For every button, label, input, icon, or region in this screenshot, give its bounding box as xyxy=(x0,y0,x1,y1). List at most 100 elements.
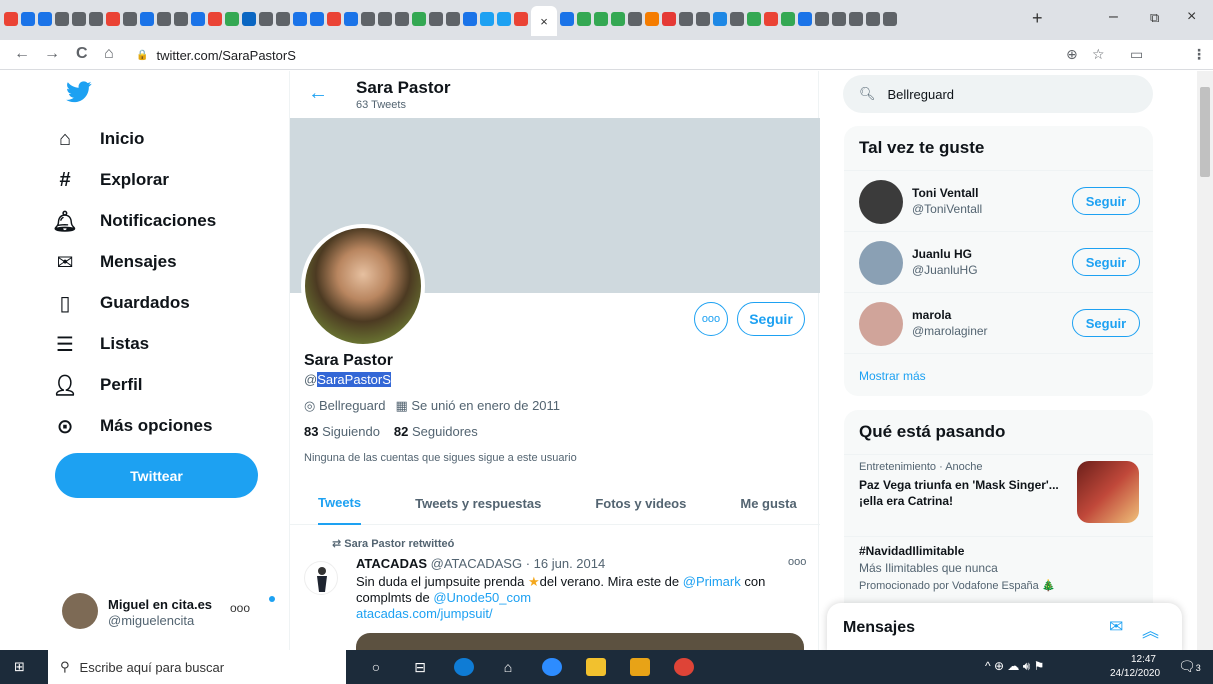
browser-tab[interactable] xyxy=(106,12,120,26)
tweet-button[interactable]: Twittear xyxy=(55,453,258,498)
follow-user-button[interactable]: Seguir xyxy=(1072,187,1140,215)
browser-tab[interactable] xyxy=(123,12,137,26)
profile-more-button[interactable]: ooo xyxy=(694,302,728,336)
browser-tab[interactable] xyxy=(225,12,239,26)
profile-avatar[interactable] xyxy=(301,224,425,348)
browser-tab[interactable] xyxy=(157,12,171,26)
sidebar-item-perfil[interactable]: 👤︎ Perfil xyxy=(52,365,142,405)
browser-tab[interactable] xyxy=(815,12,829,26)
browser-tab[interactable] xyxy=(849,12,863,26)
browser-tab[interactable] xyxy=(480,12,494,26)
browser-tab[interactable] xyxy=(140,12,154,26)
follow-button[interactable]: Seguir xyxy=(737,302,805,336)
browser-tab[interactable] xyxy=(628,12,642,26)
browser-tab[interactable] xyxy=(429,12,443,26)
browser-tab[interactable] xyxy=(764,12,778,26)
app-icon[interactable] xyxy=(542,658,562,676)
browser-tab[interactable] xyxy=(679,12,693,26)
browser-tab[interactable] xyxy=(730,12,744,26)
browser-tab[interactable] xyxy=(38,12,52,26)
add-icon[interactable]: ⊕ xyxy=(1066,46,1078,63)
browser-tab[interactable] xyxy=(259,12,273,26)
sidebar-item-notificaciones[interactable]: 🔔︎ Notificaciones xyxy=(52,201,216,241)
task-view-icon[interactable]: ⊟ xyxy=(410,658,430,676)
browser-tab[interactable] xyxy=(446,12,460,26)
sidebar-item-explorar[interactable]: # Explorar xyxy=(52,160,169,200)
sidebar-item-más-opciones[interactable]: ⊙ Más opciones xyxy=(52,406,213,446)
windows-start-icon[interactable]: ⊞ xyxy=(14,659,30,675)
browser-tab[interactable] xyxy=(276,12,290,26)
browser-tab[interactable] xyxy=(781,12,795,26)
browser-tab[interactable] xyxy=(645,12,659,26)
browser-tab[interactable] xyxy=(72,12,86,26)
browser-tab[interactable] xyxy=(327,12,341,26)
browser-tab[interactable] xyxy=(208,12,222,26)
browser-tab[interactable] xyxy=(21,12,35,26)
notifications-icon[interactable]: 🗨︎3 xyxy=(1178,658,1201,675)
url-field[interactable]: 🔒 twitter.com/SaraPastorS xyxy=(136,44,296,66)
trend-item[interactable]: Entretenimiento · Anoche Paz Vega triunf… xyxy=(844,454,1153,536)
account-switcher[interactable]: Miguel en cita.es @miguelencita ooo xyxy=(62,593,282,633)
browser-tab[interactable] xyxy=(696,12,710,26)
new-message-icon[interactable]: ✉ xyxy=(1109,617,1123,637)
browser-tab[interactable] xyxy=(310,12,324,26)
new-tab-button[interactable]: + xyxy=(1032,8,1043,29)
sidebar-item-mensajes[interactable]: ✉ Mensajes xyxy=(52,242,177,282)
taskbar-search-input[interactable]: ⚲ Escribe aquí para buscar xyxy=(48,650,346,684)
browser-tab[interactable] xyxy=(293,12,307,26)
office-icon[interactable] xyxy=(630,658,650,676)
back-arrow-icon[interactable]: ← xyxy=(308,82,328,105)
forward-icon[interactable]: → xyxy=(44,45,60,63)
twitter-logo-icon[interactable] xyxy=(66,81,92,103)
reload-icon[interactable]: C xyxy=(76,45,88,63)
cortana-icon[interactable]: ○ xyxy=(366,658,386,676)
browser-tab[interactable] xyxy=(662,12,676,26)
close-window-button[interactable]: × xyxy=(1187,8,1196,26)
browser-tab[interactable] xyxy=(713,12,727,26)
follow-user-button[interactable]: Seguir xyxy=(1072,248,1140,276)
browser-tab[interactable] xyxy=(191,12,205,26)
browser-tab[interactable] xyxy=(832,12,846,26)
browser-tab[interactable] xyxy=(514,12,528,26)
browser-tab[interactable] xyxy=(361,12,375,26)
bookmark-star-icon[interactable]: ☆ xyxy=(1092,46,1105,63)
tab-tweets-replies[interactable]: Tweets y respuestas xyxy=(415,481,541,525)
browser-tab[interactable] xyxy=(412,12,426,26)
mention-unode50[interactable]: @Unode50_com xyxy=(433,590,531,605)
browser-tab[interactable] xyxy=(798,12,812,26)
browser-tab[interactable] xyxy=(747,12,761,26)
browser-tab[interactable] xyxy=(883,12,897,26)
browser-tab[interactable] xyxy=(4,12,18,26)
system-tray[interactable]: ^ ⊕ ☁ 🔊︎ ⚑ xyxy=(985,659,1044,674)
who-to-follow-item[interactable]: Juanlu HG @JuanluHG Seguir xyxy=(844,231,1153,292)
cast-icon[interactable]: ▭ xyxy=(1130,46,1143,63)
tweet-link[interactable]: atacadas.com/jumpsuit/ xyxy=(356,606,493,621)
sidebar-item-listas[interactable]: ☰ Listas xyxy=(52,324,149,364)
browser-tab[interactable] xyxy=(866,12,880,26)
file-explorer-icon[interactable] xyxy=(586,658,606,676)
user-avatar[interactable] xyxy=(859,241,903,285)
browser-menu-icon[interactable]: ⋮ xyxy=(1192,46,1206,63)
edge-icon[interactable] xyxy=(454,658,474,676)
taskbar-clock[interactable]: 12:47 24/12/2020 xyxy=(1110,653,1160,681)
browser-tab[interactable] xyxy=(463,12,477,26)
follow-user-button[interactable]: Seguir xyxy=(1072,309,1140,337)
browser-tab[interactable] xyxy=(174,12,188,26)
expand-icon[interactable]: ︽ xyxy=(1142,617,1159,642)
browser-tab[interactable] xyxy=(55,12,69,26)
browser-tab[interactable] xyxy=(577,12,591,26)
sidebar-item-guardados[interactable]: ▯ Guardados xyxy=(52,283,189,323)
scrollbar-thumb[interactable] xyxy=(1200,87,1210,177)
who-to-follow-item[interactable]: Toni Ventall @ToniVentall Seguir xyxy=(844,170,1153,231)
home-icon[interactable]: ⌂ xyxy=(104,45,114,63)
browser-tab[interactable] xyxy=(378,12,392,26)
user-avatar[interactable] xyxy=(859,302,903,346)
user-avatar[interactable] xyxy=(859,180,903,224)
browser-tab[interactable] xyxy=(560,12,574,26)
browser-tab[interactable] xyxy=(611,12,625,26)
trend-item[interactable]: #NavidadIlimitable Más Ilimitables que n… xyxy=(844,536,1153,600)
browser-tab[interactable] xyxy=(344,12,358,26)
show-more-link[interactable]: Mostrar más xyxy=(844,353,1153,396)
page-scrollbar[interactable] xyxy=(1197,71,1213,650)
tab-tweets[interactable]: Tweets xyxy=(318,481,362,525)
